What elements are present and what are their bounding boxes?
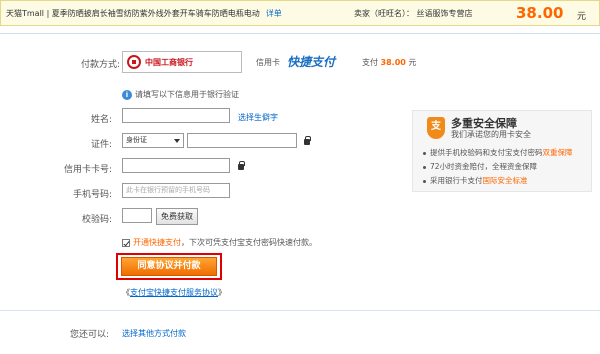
bank-name: 中国工商银行 xyxy=(145,58,193,67)
id-type-select[interactable]: 身份证 xyxy=(122,133,184,148)
security-item-highlight: 国际安全标准 xyxy=(482,176,528,185)
id-number-input[interactable] xyxy=(187,133,297,148)
lock-icon xyxy=(304,136,311,145)
security-item: 72小时资金赔付，全程资金保障 xyxy=(423,161,537,172)
bullet-icon xyxy=(423,165,426,169)
verification-notice: i 请填写以下信息用于银行验证 xyxy=(122,89,239,100)
card-number-input[interactable] xyxy=(122,158,230,173)
verification-code-input[interactable] xyxy=(122,208,152,223)
shield-icon: 支 xyxy=(427,117,445,139)
pay-amount: 支付 38.00 元 xyxy=(362,57,416,68)
agree-and-pay-button[interactable]: 同意协议并付款 xyxy=(121,257,217,276)
enable-quick-pay-text: 开通快捷支付 xyxy=(133,238,181,247)
phone-label: 手机号码: xyxy=(72,190,112,200)
bullet-icon xyxy=(423,151,426,155)
phone-input[interactable]: 此卡在银行预留的手机号码 xyxy=(122,183,230,198)
lock-icon xyxy=(238,161,245,170)
order-summary-bar: 天猫Tmall | 夏季防晒披肩长袖雪纺防紫外线外套开车骑车防晒电瓶电动 详单 卖… xyxy=(0,0,600,26)
other-payment-link[interactable]: 选择其他方式付款 xyxy=(122,328,186,339)
quick-pay-logo: 快捷支付 xyxy=(287,55,336,69)
security-item-text: 72小时资金赔付，全程资金保障 xyxy=(430,162,538,171)
icbc-logo-icon xyxy=(127,55,141,69)
seller-name: 卖家（旺旺名）： 丝语服饰专营店 xyxy=(354,9,473,18)
order-detail-link[interactable]: 详单 xyxy=(266,9,282,18)
pay-amount-value: 38.00 xyxy=(380,58,406,67)
security-item: 采用银行卡支付国际安全标准 xyxy=(423,175,528,186)
security-item-text: 提供手机校验码和支付宝支付密码 xyxy=(430,148,543,157)
security-subtitle: 我们承诺您的用卡安全 xyxy=(451,130,531,139)
id-type-value: 身份证 xyxy=(126,136,147,144)
info-icon: i xyxy=(122,90,132,100)
security-item-text: 采用银行卡支付 xyxy=(430,176,483,185)
quick-pay-description: ，下次可凭支付宝支付密码快速付款。 xyxy=(181,238,317,247)
chevron-down-icon xyxy=(174,139,180,143)
id-label: 证件: xyxy=(90,140,112,150)
service-agreement-link[interactable]: 支付宝快捷支付服务协议 xyxy=(130,288,218,297)
pay-amount-label: 支付 xyxy=(362,58,378,67)
pay-amount-unit: 元 xyxy=(408,58,417,67)
service-agreement-close: 》 xyxy=(218,288,226,297)
name-input[interactable] xyxy=(122,108,230,123)
security-item-highlight: 双重保障 xyxy=(542,148,573,157)
divider xyxy=(0,310,600,311)
get-code-button[interactable]: 免费获取 xyxy=(156,208,198,225)
quick-pay-agreement: 开通快捷支付，下次可凭支付宝支付密码快速付款。 xyxy=(122,237,317,248)
card-number-label: 信用卡卡号: xyxy=(63,165,112,175)
name-label: 姓名: xyxy=(90,115,112,125)
order-price-unit: 元 xyxy=(577,12,587,22)
verification-code-label: 校验码: xyxy=(81,215,112,225)
verification-notice-text: 请填写以下信息用于银行验证 xyxy=(135,90,239,99)
other-options-label: 您还可以: xyxy=(70,330,110,340)
order-price: 38.00 xyxy=(516,4,564,22)
order-title-text: 天猫Tmall | 夏季防晒披肩长袖雪纺防紫外线外套开车骑车防晒电瓶电动 xyxy=(6,9,260,18)
security-panel: 支 多重安全保障 我们承诺您的用卡安全 提供手机校验码和支付宝支付密码双重保障 … xyxy=(412,110,592,192)
bullet-icon xyxy=(423,179,426,183)
enable-quick-pay-checkbox[interactable] xyxy=(122,238,130,247)
service-agreement-open: 《 xyxy=(122,288,130,297)
order-title: 天猫Tmall | 夏季防晒披肩长袖雪纺防紫外线外套开车骑车防晒电瓶电动 详单 xyxy=(6,8,282,19)
rare-character-link[interactable]: 选择生僻字 xyxy=(238,112,278,123)
service-agreement: 《支付宝快捷支付服务协议》 xyxy=(122,287,226,298)
security-item: 提供手机校验码和支付宝支付密码双重保障 xyxy=(423,147,573,158)
bank-selector[interactable]: 中国工商银行 xyxy=(122,51,242,73)
payment-method-label: 付款方式: xyxy=(80,60,120,70)
card-type: 信用卡 xyxy=(256,58,280,67)
